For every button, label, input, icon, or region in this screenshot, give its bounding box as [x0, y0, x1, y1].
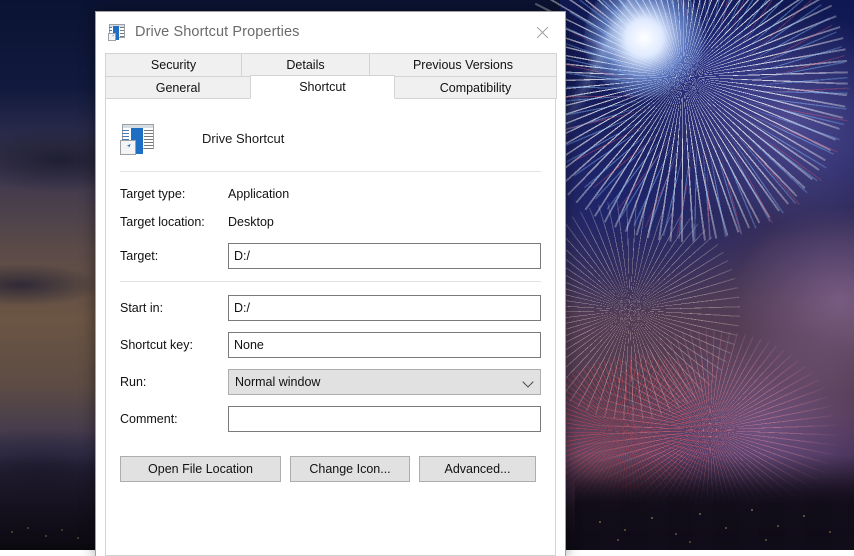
drive-shortcut-icon — [108, 24, 125, 41]
tab-row-bottom: General Shortcut Compatibility — [105, 75, 557, 99]
target-type-row: Target type: Application — [106, 187, 555, 201]
tab-general-label: General — [155, 80, 201, 95]
target-input[interactable] — [228, 243, 541, 269]
tab-row-top: Security Details Previous Versions — [105, 53, 557, 76]
target-label: Target: — [120, 249, 159, 263]
drive-shortcut-properties-dialog: Drive Shortcut Properties Security Detai… — [95, 11, 566, 556]
target-separator — [120, 281, 541, 282]
shortcut-key-row: Shortcut key: — [106, 332, 555, 358]
tab-previous-versions-label: Previous Versions — [412, 58, 514, 72]
open-file-location-button[interactable]: Open File Location — [120, 456, 281, 482]
start-in-row: Start in: — [106, 295, 555, 321]
shortcut-name: Drive Shortcut — [202, 131, 285, 146]
close-button[interactable] — [519, 12, 565, 52]
tab-previous-versions[interactable]: Previous Versions — [369, 53, 557, 76]
tab-strip: Security Details Previous Versions Gener… — [96, 53, 565, 99]
header-separator — [120, 171, 541, 172]
target-type-label: Target type: — [120, 187, 186, 201]
dialog-titlebar[interactable]: Drive Shortcut Properties — [96, 12, 565, 53]
close-icon — [536, 26, 549, 39]
taskbar-sliver — [0, 544, 96, 550]
tab-general[interactable]: General — [105, 76, 251, 99]
comment-input[interactable] — [228, 406, 541, 432]
target-location-row: Target location: Desktop — [106, 215, 555, 229]
target-location-label: Target location: — [120, 215, 205, 229]
shortcut-key-input[interactable] — [228, 332, 541, 358]
shortcut-header: Drive Shortcut — [106, 99, 555, 161]
shortcut-button-row: Open File Location Change Icon... Advanc… — [106, 456, 555, 482]
tab-details-label: Details — [286, 58, 325, 72]
comment-row: Comment: — [106, 406, 555, 432]
target-location-value: Desktop — [228, 215, 274, 229]
run-select-wrapper: Normal window — [228, 369, 541, 395]
tab-shortcut-label: Shortcut — [299, 80, 346, 94]
change-icon-label: Change Icon... — [309, 462, 391, 476]
tab-security[interactable]: Security — [105, 53, 242, 76]
drive-shortcut-icon — [120, 123, 154, 155]
tab-details[interactable]: Details — [241, 53, 370, 76]
open-file-location-label: Open File Location — [148, 462, 253, 476]
change-icon-button[interactable]: Change Icon... — [290, 456, 410, 482]
run-select[interactable]: Normal window — [228, 369, 541, 395]
dialog-title: Drive Shortcut Properties — [135, 24, 300, 40]
comment-label: Comment: — [120, 412, 178, 426]
run-select-value: Normal window — [235, 375, 321, 389]
run-row: Run: Normal window — [106, 369, 555, 395]
tab-compatibility[interactable]: Compatibility — [394, 76, 557, 99]
target-row: Target: — [106, 243, 555, 269]
tab-shortcut[interactable]: Shortcut — [250, 75, 395, 99]
tab-compatibility-label: Compatibility — [439, 80, 512, 95]
advanced-button[interactable]: Advanced... — [419, 456, 536, 482]
target-type-value: Application — [228, 187, 290, 201]
start-in-label: Start in: — [120, 301, 164, 315]
advanced-label: Advanced... — [444, 462, 511, 476]
tab-security-label: Security — [150, 58, 197, 72]
run-label: Run: — [120, 375, 147, 389]
start-in-input[interactable] — [228, 295, 541, 321]
shortcut-key-label: Shortcut key: — [120, 338, 193, 352]
shortcut-tab-page: Drive Shortcut Target type: Application … — [105, 99, 556, 556]
